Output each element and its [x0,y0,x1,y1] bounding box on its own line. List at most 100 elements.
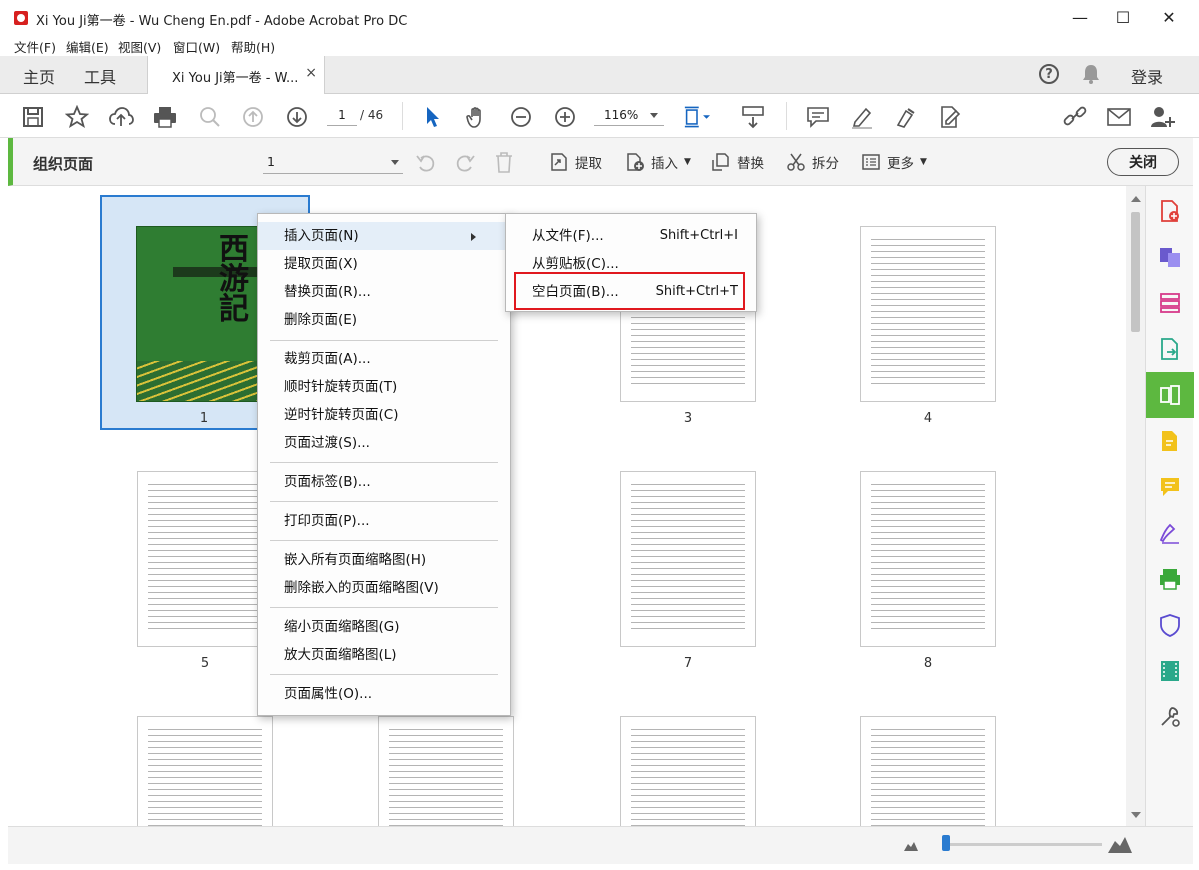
protect-shield-icon[interactable] [1146,602,1194,648]
menu-file[interactable]: 文件(F) [14,37,56,56]
scroll-up-arrow-icon[interactable] [1131,196,1141,202]
menu-extract-pages[interactable]: 提取页面(X) [258,250,510,278]
menu-help[interactable]: 帮助(H) [231,37,275,56]
text-lines [631,484,745,632]
highlight-pen-icon[interactable] [849,104,875,130]
page-thumbnail[interactable] [860,471,996,647]
bell-icon[interactable] [1081,63,1101,85]
submenu-from-file[interactable]: 从文件(F)... Shift+Ctrl+I [506,222,756,250]
email-icon[interactable] [1106,104,1132,130]
thumbnail-size-slider-track[interactable] [946,843,1102,846]
scroll-mode-icon[interactable] [740,104,766,130]
extract-button[interactable]: 提取 [549,152,602,172]
bookmark-star-icon[interactable] [64,104,90,130]
close-window-button[interactable]: ✕ [1146,0,1192,34]
menu-view[interactable]: 视图(V) [118,37,161,56]
fill-sign-icon[interactable] [1146,510,1194,556]
menu-insert-pages[interactable]: 插入页面(N) [258,222,510,250]
menu-replace-pages[interactable]: 替换页面(R)... [258,278,510,306]
close-tab-icon[interactable]: × [305,65,317,81]
tab-tools[interactable]: 工具 [84,64,116,88]
menu-rotate-counterclockwise[interactable]: 逆时针旋转页面(C) [258,401,510,429]
select-cursor-icon[interactable] [420,104,446,130]
wrench-tools-icon[interactable] [1146,694,1194,740]
organize-pages-title: 组织页面 [33,155,94,173]
print-production-icon[interactable] [1146,556,1194,602]
organize-layout-icon[interactable] [1146,280,1194,326]
help-icon[interactable]: ? [1039,64,1059,84]
toolbar-separator [402,102,403,130]
cover-title: 西游記 [219,232,249,327]
menu-separator [270,462,498,463]
page-thumbnail[interactable] [860,716,996,826]
small-thumbnail-icon[interactable] [904,839,918,851]
menu-crop-pages[interactable]: 裁剪页面(A)... [258,345,510,373]
scroll-down-arrow-icon[interactable] [1131,812,1141,818]
tab-document-label: Xi You Ji第一卷 - W... [172,71,299,86]
split-button[interactable]: 拆分 [786,152,839,172]
comment-tool-icon[interactable] [1146,464,1194,510]
thumbnail-size-slider-knob[interactable] [942,835,950,851]
context-menu: 插入页面(N) 提取页面(X) 替换页面(R)... 删除页面(E) 裁剪页面(… [257,213,511,716]
menu-page-transitions[interactable]: 页面过渡(S)... [258,429,510,457]
edit-pdf-icon[interactable] [1146,418,1194,464]
menu-edit[interactable]: 编辑(E) [66,37,109,56]
window-title: Xi You Ji第一卷 - Wu Cheng En.pdf - Adobe A… [36,14,408,29]
page-thumbnail[interactable] [137,471,273,647]
menu-print-pages[interactable]: 打印页面(P)... [258,507,510,535]
add-user-icon[interactable] [1150,104,1176,130]
menu-remove-embedded-thumbnails[interactable]: 删除嵌入的页面缩略图(V) [258,574,510,602]
menu-page-properties[interactable]: 页面属性(O)... [258,680,510,708]
share-link-icon[interactable] [1062,104,1088,130]
page-thumbnail[interactable] [378,716,514,826]
page-fit-icon[interactable] [684,104,710,130]
hand-tool-icon[interactable] [464,104,490,130]
page-thumbnail[interactable] [860,226,996,402]
replace-button[interactable]: 替换 [711,152,764,172]
edit-document-icon[interactable] [937,104,963,130]
menu-reduce-thumbnails[interactable]: 缩小页面缩略图(G) [258,613,510,641]
current-page-input[interactable]: 1 [327,104,357,126]
cloud-upload-icon[interactable] [108,104,134,130]
page-thumbnail[interactable] [137,716,273,826]
minimize-button[interactable]: — [1057,0,1103,34]
save-icon[interactable] [20,104,46,130]
menu-delete-pages[interactable]: 删除页面(E) [258,306,510,334]
maximize-button[interactable]: ☐ [1100,0,1146,34]
sign-pen-icon[interactable] [893,104,919,130]
print-icon[interactable] [152,104,178,130]
cover-thumbnail[interactable]: 西游記 [136,226,276,402]
page-thumbnail[interactable] [620,471,756,647]
zoom-in-icon[interactable] [552,104,578,130]
chevron-down-icon: ▼ [684,157,691,167]
scroll-thumb[interactable] [1131,212,1140,332]
combine-files-icon[interactable] [1146,234,1194,280]
export-pdf-icon[interactable] [1146,326,1194,372]
page-range-select[interactable]: 1 [263,150,403,174]
large-thumbnail-icon[interactable] [1108,835,1132,853]
insert-button[interactable]: 插入 ▼ [625,152,691,172]
menu-enlarge-thumbnails[interactable]: 放大页面缩略图(L) [258,641,510,669]
menu-window[interactable]: 窗口(W) [173,37,220,56]
next-page-icon[interactable] [284,104,310,130]
close-organize-button[interactable]: 关闭 [1107,148,1179,176]
login-link[interactable]: 登录 [1131,64,1163,88]
tab-home[interactable]: 主页 [23,64,55,88]
more-label: 更多 [887,156,914,172]
zoom-select[interactable]: 116% [594,104,664,126]
create-pdf-icon[interactable] [1146,188,1194,234]
organize-pages-tool-icon[interactable] [1146,372,1194,418]
more-button[interactable]: 更多 ▼ [861,152,927,172]
vertical-scrollbar[interactable] [1126,186,1145,826]
page-thumbnail[interactable] [620,716,756,826]
menu-page-labels[interactable]: 页面标签(B)... [258,468,510,496]
page-number: 5 [200,656,210,671]
text-lines [871,239,985,387]
tab-document[interactable]: Xi You Ji第一卷 - W... × [147,56,325,94]
menu-embed-thumbnails[interactable]: 嵌入所有页面缩略图(H) [258,546,510,574]
rich-media-icon[interactable] [1146,648,1194,694]
zoom-out-icon[interactable] [508,104,534,130]
comment-icon[interactable] [805,104,831,130]
highlight-annotation-box [514,272,745,310]
menu-rotate-clockwise[interactable]: 顺时针旋转页面(T) [258,373,510,401]
